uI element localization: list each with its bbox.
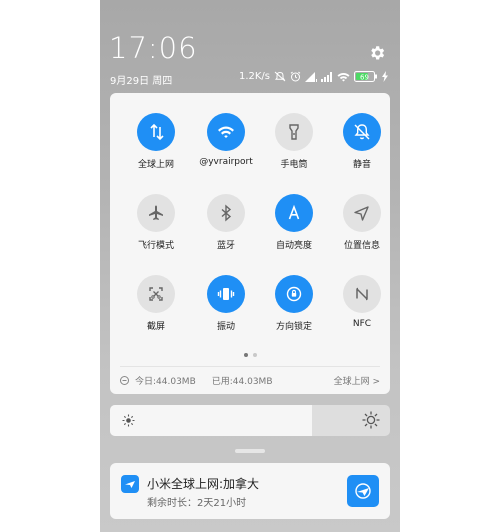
global-internet-link[interactable]: 全球上网 > <box>334 374 380 387</box>
notification-action-button[interactable] <box>347 475 379 507</box>
notification-title: 小米全球上网:加拿大 <box>147 477 260 491</box>
auto-brightness-icon <box>288 204 300 220</box>
tile-button[interactable] <box>207 113 245 151</box>
notification-shade: 17:06 9月29日 周四 1.2K/s 69 全球上网 @yvrairpor… <box>100 0 400 532</box>
tile-button[interactable] <box>137 113 175 151</box>
tile-label: 蓝牙 <box>216 241 235 251</box>
tile-bluetooth[interactable]: 蓝牙 <box>194 194 258 251</box>
notification-subtitle: 剩余时长：2天21小时 <box>147 498 247 509</box>
cell-signal-icon <box>321 71 332 82</box>
data-usage-icon <box>120 376 129 385</box>
today-usage: 今日:44.03MB <box>135 377 196 387</box>
tile-nfc[interactable]: NFC <box>330 275 394 329</box>
plane-globe-icon <box>125 481 135 488</box>
tile-location[interactable]: 位置信息 <box>330 194 394 251</box>
alarm-icon <box>290 71 301 82</box>
tile-label: 方向锁定 <box>275 322 312 332</box>
clock: 17:06 <box>109 31 198 65</box>
tile-button[interactable] <box>343 275 381 313</box>
bluetooth-icon <box>221 204 232 222</box>
vibrate-icon <box>217 288 235 300</box>
tile-button[interactable] <box>207 275 245 313</box>
tile-updown-arrows[interactable]: 全球上网 <box>124 113 188 170</box>
tile-button[interactable] <box>137 194 175 232</box>
tile-airplane[interactable]: 飞行模式 <box>124 194 188 251</box>
mute-icon <box>274 71 286 82</box>
tile-button[interactable] <box>275 194 313 232</box>
wifi-icon <box>337 72 350 81</box>
flashlight-icon <box>289 124 299 140</box>
battery-icon: 69 <box>354 71 377 82</box>
tile-label: 振动 <box>216 322 235 332</box>
bell-mute-icon <box>354 124 370 140</box>
tile-label: 截屏 <box>146 322 165 332</box>
brightness-high-icon <box>362 411 380 429</box>
tile-label: 全球上网 <box>137 160 174 170</box>
wifi-signal-icon <box>305 71 317 82</box>
tile-label: NFC <box>352 319 372 329</box>
page-indicator <box>110 353 390 357</box>
charging-icon <box>382 71 388 82</box>
app-icon <box>121 475 139 493</box>
updown-arrows-icon <box>150 123 164 141</box>
tile-button[interactable] <box>275 113 313 151</box>
tile-label: 自动亮度 <box>275 241 312 251</box>
tile-button[interactable] <box>343 194 381 232</box>
tile-flashlight[interactable]: 手电筒 <box>262 113 326 170</box>
tile-screenshot[interactable]: 截屏 <box>124 275 188 332</box>
date-label: 9月29日 周四 <box>110 76 173 87</box>
quick-settings-panel: 全球上网 @yvrairport 手电筒 静音飞行模式 蓝牙 自动亮度 位置信息截屏 振动 方向… <box>110 93 390 394</box>
status-icons: 1.2K/s 69 <box>239 71 388 82</box>
plane-globe-icon <box>355 483 371 499</box>
rotation-lock-icon <box>286 286 302 302</box>
airplane-icon <box>149 205 163 220</box>
page-dot[interactable] <box>252 353 257 357</box>
nfc-icon <box>356 287 368 301</box>
tile-button[interactable] <box>207 194 245 232</box>
tile-button[interactable] <box>137 275 175 313</box>
brightness-fill <box>110 405 312 436</box>
wifi-icon <box>218 126 234 138</box>
gear-icon[interactable] <box>368 44 386 62</box>
tile-label: 位置信息 <box>343 241 380 251</box>
tile-rotation-lock[interactable]: 方向锁定 <box>262 275 326 332</box>
battery-level: 69 <box>360 73 369 81</box>
tile-wifi[interactable]: @yvrairport <box>194 113 258 167</box>
location-icon <box>354 206 369 221</box>
page-dot[interactable] <box>243 353 248 357</box>
drag-handle[interactable] <box>235 449 265 453</box>
brightness-slider[interactable] <box>110 405 390 436</box>
tile-label: @yvrairport <box>199 157 253 167</box>
data-usage-row[interactable]: 今日:44.03MB 已用:44.03MB 全球上网 > <box>120 374 380 387</box>
notification-card[interactable]: 小米全球上网:加拿大 剩余时长：2天21小时 <box>110 463 390 519</box>
brightness-low-icon <box>122 414 135 427</box>
divider <box>120 366 380 367</box>
tile-button[interactable] <box>343 113 381 151</box>
tile-label: 飞行模式 <box>137 241 174 251</box>
tile-vibrate[interactable]: 振动 <box>194 275 258 332</box>
tile-label: 手电筒 <box>280 160 308 170</box>
used-usage: 已用:44.03MB <box>211 377 273 387</box>
tile-label: 静音 <box>352 160 371 170</box>
tile-bell-mute[interactable]: 静音 <box>330 113 394 170</box>
tile-button[interactable] <box>275 275 313 313</box>
net-speed: 1.2K/s <box>238 71 270 82</box>
tile-auto-brightness[interactable]: 自动亮度 <box>262 194 326 251</box>
screenshot-icon <box>149 287 163 301</box>
